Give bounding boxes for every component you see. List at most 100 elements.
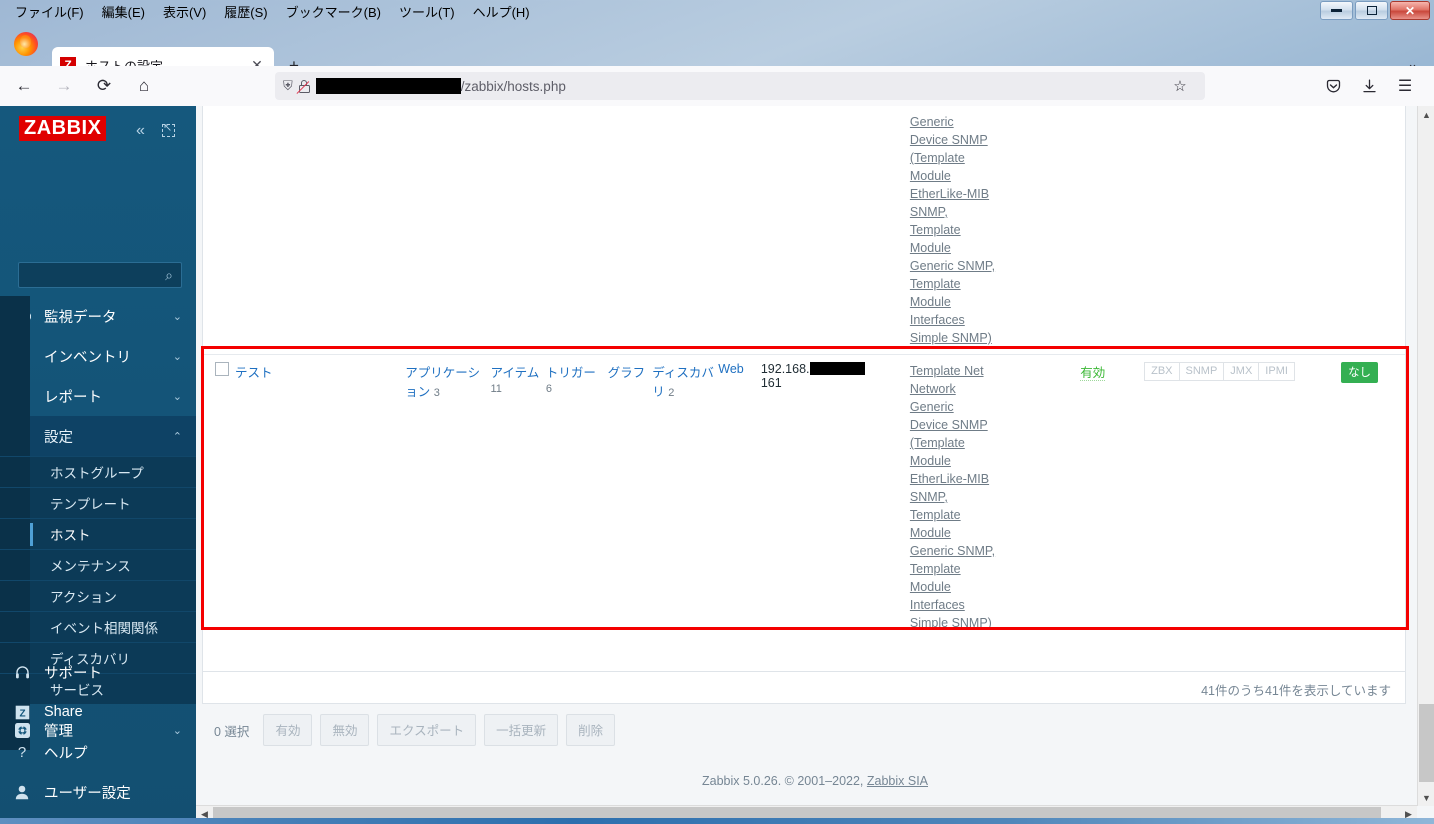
maximize-button[interactable] (1355, 1, 1388, 20)
badge-jmx[interactable]: JMX (1224, 362, 1260, 381)
template-link[interactable]: Device SNMP (910, 131, 1076, 149)
delete-button[interactable]: 削除 (566, 714, 616, 746)
template-link[interactable]: Simple SNMP) (910, 329, 1076, 347)
template-link[interactable]: Module (910, 167, 1076, 185)
template-link[interactable]: Template (910, 506, 1076, 524)
web-link[interactable]: Web (718, 362, 743, 376)
template-link[interactable]: (Template (910, 149, 1076, 167)
items-link[interactable]: アイテム (490, 366, 539, 380)
downloads-icon[interactable] (1356, 74, 1382, 98)
sidebar-item-actions[interactable]: アクション (0, 580, 196, 611)
home-button[interactable]: ⌂ (128, 70, 160, 102)
export-button[interactable]: エクスポート (377, 714, 477, 746)
sidebar-search-box[interactable]: ⌕ (18, 262, 182, 288)
footer-link[interactable]: Zabbix SIA (867, 774, 928, 788)
menu-tools[interactable]: ツール(T) (390, 1, 464, 22)
template-link[interactable]: Module (910, 293, 1076, 311)
tag-badge[interactable]: なし (1341, 362, 1379, 383)
back-button[interactable]: ← (8, 70, 40, 102)
tracking-shield-icon[interactable]: ⛨ (283, 78, 293, 94)
status-badge[interactable]: 有効 (1080, 366, 1106, 381)
template-link[interactable]: Generic (910, 113, 1076, 131)
sidebar-item-help[interactable]: ? ヘルプ (0, 732, 196, 772)
discovery-cell: ディスカバリ 2 (652, 355, 718, 640)
template-link[interactable]: Network (910, 380, 1076, 398)
template-link[interactable]: Module (910, 239, 1076, 257)
sidebar-item-host-groups[interactable]: ホストグループ (0, 456, 196, 487)
vertical-scrollbar[interactable]: ▲ ▼ (1417, 106, 1434, 806)
template-link[interactable]: Module (910, 524, 1076, 542)
menu-history[interactable]: 履歴(S) (215, 1, 276, 22)
template-link[interactable]: SNMP, (910, 203, 1076, 221)
sidebar-item-share[interactable]: Z Share (0, 692, 196, 732)
app-menu-icon[interactable]: ☰ (1392, 74, 1418, 98)
url-bar[interactable]: ⛨ /zabbix/hosts.php (275, 72, 1205, 100)
scroll-up-icon[interactable]: ▲ (1418, 106, 1434, 123)
sidebar-item-hosts[interactable]: ホスト (0, 518, 196, 549)
template-link[interactable]: Template (910, 275, 1076, 293)
minimize-button[interactable] (1320, 1, 1353, 20)
template-link[interactable]: EtherLike-MIB (910, 185, 1076, 203)
url-host-redacted (315, 78, 461, 94)
insecure-connection-icon[interactable] (296, 79, 311, 94)
search-icon[interactable]: ⌕ (165, 267, 173, 284)
submenu-label: イベント相関関係 (50, 621, 158, 636)
sidebar-item-event-correlation[interactable]: イベント相関関係 (0, 611, 196, 642)
table-row[interactable]: テスト アプリケーション 3 アイテム 11 トリガー 6 グラフ ディスカバリ… (203, 354, 1405, 640)
sidebar-item-user-settings[interactable]: ユーザー設定 (0, 772, 196, 812)
templates-cell: Generic Device SNMP (Template Module Eth… (910, 106, 1080, 355)
template-link[interactable]: Generic SNMP, (910, 542, 1076, 560)
discovery-link[interactable]: ディスカバリ (652, 366, 714, 399)
close-button[interactable]: ✕ (1390, 1, 1430, 20)
template-link[interactable]: Generic SNMP, (910, 257, 1076, 275)
mass-update-button[interactable]: 一括更新 (484, 714, 559, 746)
sidebar-item-label: ヘルプ (44, 745, 88, 762)
badge-zbx[interactable]: ZBX (1144, 362, 1180, 381)
host-name-link[interactable]: テスト (235, 366, 273, 380)
menu-help[interactable]: ヘルプ(H) (464, 1, 539, 22)
search-input[interactable] (25, 266, 155, 284)
bulk-action-bar: 0 選択 有効 無効 エクスポート 一括更新 削除 (202, 708, 1406, 752)
template-link[interactable]: Module (910, 452, 1076, 470)
vertical-scrollbar-thumb[interactable] (1419, 704, 1434, 782)
template-link[interactable]: Template (910, 560, 1076, 578)
sidebar-item-maintenance[interactable]: メンテナンス (0, 549, 196, 580)
forward-button[interactable]: → (48, 70, 80, 102)
badge-snmp[interactable]: SNMP (1179, 362, 1225, 381)
triggers-link[interactable]: トリガー (546, 366, 596, 380)
scroll-down-icon[interactable]: ▼ (1418, 789, 1434, 806)
disable-button[interactable]: 無効 (320, 714, 370, 746)
template-link[interactable]: SNMP, (910, 488, 1076, 506)
template-link[interactable]: Device SNMP (910, 416, 1076, 434)
sidebar-collapse-icon[interactable]: « (136, 122, 145, 140)
template-link[interactable]: Interfaces (910, 596, 1076, 614)
zabbix-logo[interactable]: ZABBIX (19, 116, 107, 142)
reload-button[interactable]: ⟳ (88, 70, 120, 102)
menu-edit[interactable]: 編集(E) (93, 1, 154, 22)
menu-view[interactable]: 表示(V) (154, 1, 215, 22)
menu-bookmarks[interactable]: ブックマーク(B) (277, 1, 390, 22)
bookmark-star-icon[interactable]: ☆ (1165, 72, 1195, 100)
graphs-link[interactable]: グラフ (608, 366, 646, 380)
template-link[interactable]: Template (910, 221, 1076, 239)
menu-file[interactable]: ファイル(F) (6, 1, 93, 22)
template-link[interactable]: Generic (910, 398, 1076, 416)
sidebar-hide-icon[interactable] (162, 121, 175, 137)
sidebar-item-support[interactable]: サポート (0, 652, 196, 692)
template-link[interactable]: Module (910, 578, 1076, 596)
template-link[interactable]: EtherLike-MIB (910, 470, 1076, 488)
row-checkbox-cell (203, 355, 235, 640)
table-row[interactable]: Generic Device SNMP (Template Module Eth… (203, 106, 1405, 355)
template-link[interactable]: (Template (910, 434, 1076, 452)
row-checkbox[interactable] (215, 362, 229, 376)
sidebar-item-templates[interactable]: テンプレート (0, 487, 196, 518)
applications-count: 3 (433, 387, 440, 399)
template-link[interactable]: Template Net (910, 362, 1076, 380)
template-link[interactable]: Interfaces (910, 311, 1076, 329)
submenu-label: テンプレート (50, 497, 131, 512)
badge-ipmi[interactable]: IPMI (1259, 362, 1295, 381)
enable-button[interactable]: 有効 (263, 714, 313, 746)
template-link[interactable]: Simple SNMP) (910, 614, 1076, 632)
applications-link[interactable]: アプリケーション (405, 366, 480, 399)
pocket-icon[interactable] (1320, 74, 1346, 98)
